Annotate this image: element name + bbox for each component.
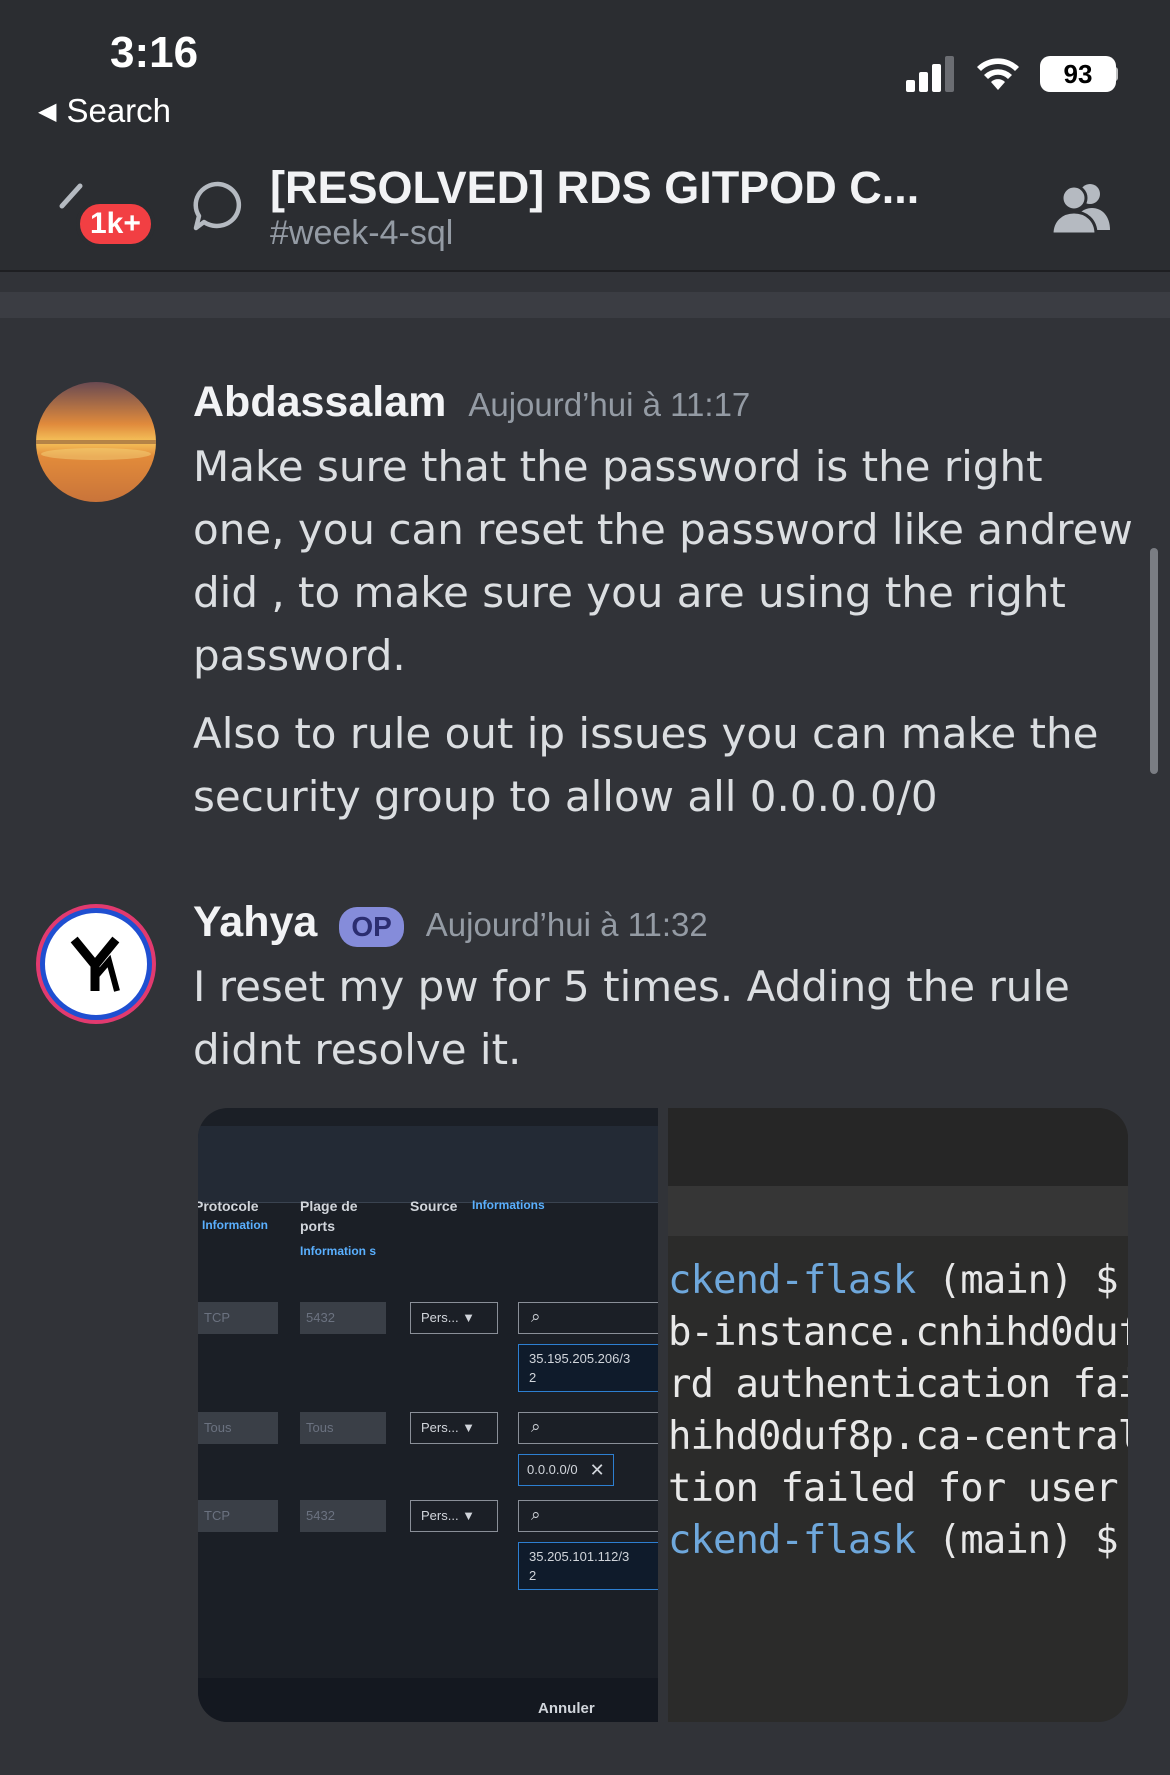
back-triangle-icon: ◀ xyxy=(38,97,57,125)
message-text: Make sure that the password is the right… xyxy=(193,442,1133,680)
cancel-button[interactable]: Annuler xyxy=(538,1700,595,1717)
source-type-select[interactable]: Pers... ▼ xyxy=(410,1500,498,1532)
battery-indicator: 93 xyxy=(1040,56,1116,92)
timestamp: Aujourd’hui à 11:17 xyxy=(468,386,751,423)
timestamp: Aujourd’hui à 11:32 xyxy=(425,906,708,943)
source-cidr: 35.205.101.112/3 2 xyxy=(518,1542,658,1590)
avatar-inner xyxy=(40,908,152,1020)
attachment-aws-security-group[interactable]: Protocole Information Plage de ports Inf… xyxy=(198,1108,658,1722)
yk-logo-icon xyxy=(70,936,120,992)
status-time: 3:16 xyxy=(110,28,199,77)
author-name[interactable]: Abdassalam xyxy=(193,378,446,427)
wifi-icon xyxy=(977,58,1019,90)
attachment-terminal[interactable]: ckend-flask (main) $ b-instance.cnhihd0d… xyxy=(668,1108,1128,1722)
terminal-tab-band xyxy=(668,1186,1128,1236)
unread-badge: 1k+ xyxy=(76,200,155,248)
scrollbar[interactable] xyxy=(1150,548,1158,774)
terminal-text: b-instance.cnhihd0duf xyxy=(668,1310,1128,1355)
protocol-field[interactable]: TCP xyxy=(198,1302,278,1334)
protocol-field[interactable]: TCP xyxy=(198,1500,278,1532)
terminal-line: ckend-flask (main) $ xyxy=(668,1518,1119,1563)
terminal-top-band xyxy=(668,1108,1128,1186)
search-icon: ⌕ xyxy=(531,1505,541,1525)
ports-field[interactable]: 5432 xyxy=(300,1500,386,1532)
source-search[interactable]: ⌕ xyxy=(518,1500,658,1532)
source-cidr: 35.195.205.206/3 2 xyxy=(518,1344,658,1392)
members-icon[interactable] xyxy=(1048,180,1114,234)
ports-field[interactable]: Tous xyxy=(300,1412,386,1444)
terminal-line: hihd0duf8p.ca-central xyxy=(668,1414,1128,1459)
battery-nub xyxy=(1112,67,1118,81)
aws-header-band xyxy=(198,1126,658,1202)
source-cidr-chip: 0.0.0.0/0 ✕ xyxy=(518,1454,614,1486)
search-icon: ⌕ xyxy=(531,1307,541,1327)
source-type-select[interactable]: Pers... ▼ xyxy=(410,1302,498,1334)
avatar[interactable] xyxy=(36,382,156,502)
terminal-line: ckend-flask (main) $ xyxy=(668,1258,1119,1303)
col-ports: Plage de ports xyxy=(300,1198,358,1234)
message-text: Also to rule out ip issues you can make … xyxy=(193,709,1099,821)
thread-title[interactable]: [RESOLVED] RDS GITPOD C... xyxy=(270,162,919,214)
col-ports-info[interactable]: Information s xyxy=(300,1240,386,1262)
search-icon: ⌕ xyxy=(531,1417,541,1437)
thread-icon xyxy=(193,181,242,231)
top-bar: 3:16 ◀ Search 93 1k+ [RESOLVED] RDS GITP… xyxy=(0,0,1170,272)
source-type-select[interactable]: Pers... ▼ xyxy=(410,1412,498,1444)
terminal-text: hihd0duf8p.ca-central xyxy=(668,1414,1128,1459)
author-name[interactable]: Yahya xyxy=(193,898,317,947)
protocol-field[interactable]: Tous xyxy=(198,1412,278,1444)
source-search[interactable]: ⌕ xyxy=(518,1412,658,1444)
back-to-search-button[interactable]: ◀ Search xyxy=(38,92,171,130)
col-protocol-info[interactable]: Information xyxy=(202,1218,268,1232)
terminal-text: rd authentication fai xyxy=(668,1362,1128,1407)
source-cidr: 0.0.0.0/0 xyxy=(527,1462,578,1477)
terminal-branch: ckend-flask xyxy=(668,1518,916,1563)
terminal-text: tion failed for user xyxy=(668,1466,1119,1511)
col-source-info[interactable]: Informations xyxy=(472,1198,545,1212)
cellular-signal-icon xyxy=(906,56,954,92)
terminal-line: b-instance.cnhihd0duf xyxy=(668,1310,1128,1355)
thread-start-divider xyxy=(0,292,1170,318)
op-tag: OP xyxy=(339,907,404,947)
terminal-text: (main) $ xyxy=(915,1518,1119,1563)
back-label: Search xyxy=(66,92,172,129)
ports-field[interactable]: 5432 xyxy=(300,1302,386,1334)
col-source: Source xyxy=(410,1198,458,1214)
avatar[interactable] xyxy=(36,904,156,1024)
col-protocol: Protocole xyxy=(198,1198,259,1214)
terminal-branch: ckend-flask xyxy=(668,1258,916,1303)
terminal-line: rd authentication fai xyxy=(668,1362,1128,1407)
source-search[interactable]: ⌕ xyxy=(518,1302,658,1334)
sunset-avatar-image xyxy=(36,382,156,502)
terminal-text: (main) $ xyxy=(915,1258,1119,1303)
terminal-line: tion failed for user xyxy=(668,1466,1119,1511)
message-text: I reset my pw for 5 times. Adding the ru… xyxy=(193,962,1070,1074)
close-icon[interactable]: ✕ xyxy=(590,1455,605,1485)
channel-name: #week-4-sql xyxy=(270,214,454,252)
